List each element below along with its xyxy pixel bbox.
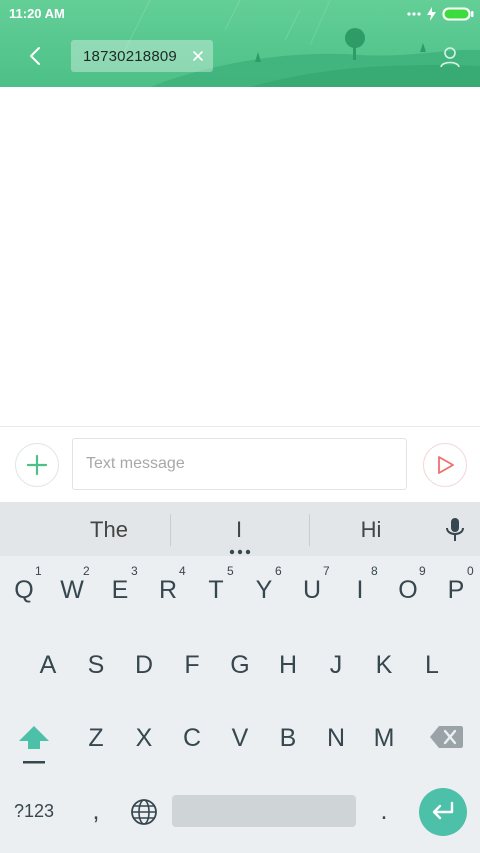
message-thread-area bbox=[0, 87, 480, 426]
key-hint-3: 3 bbox=[131, 564, 138, 578]
key-r[interactable]: R bbox=[148, 576, 188, 605]
key-hint-9: 9 bbox=[419, 564, 426, 578]
key-y[interactable]: Y bbox=[244, 576, 284, 605]
suggestion-3[interactable]: Hi bbox=[321, 517, 421, 543]
key-m[interactable]: M bbox=[364, 724, 404, 753]
key-hint-4: 4 bbox=[179, 564, 186, 578]
key-q[interactable]: Q bbox=[4, 576, 44, 605]
compose-bar bbox=[0, 426, 480, 503]
key-hint-5: 5 bbox=[227, 564, 234, 578]
key-t[interactable]: T bbox=[196, 576, 236, 605]
key-u[interactable]: U bbox=[292, 576, 332, 605]
key-h[interactable]: H bbox=[268, 651, 308, 680]
enter-arrow-icon bbox=[432, 801, 454, 820]
key-p[interactable]: P bbox=[436, 576, 476, 605]
soft-keyboard: The I Hi Q W E R T Y U I O P 1 2 3 4 5 6… bbox=[0, 502, 480, 853]
back-arrow-icon[interactable] bbox=[24, 44, 48, 68]
key-x[interactable]: X bbox=[124, 724, 164, 753]
more-notifications-icon bbox=[407, 12, 421, 16]
key-hint-7: 7 bbox=[323, 564, 330, 578]
key-l[interactable]: L bbox=[412, 651, 452, 680]
key-s[interactable]: S bbox=[76, 651, 116, 680]
message-input-box[interactable] bbox=[72, 438, 407, 490]
message-input[interactable] bbox=[73, 439, 406, 489]
key-n[interactable]: N bbox=[316, 724, 356, 753]
key-hint-0: 0 bbox=[467, 564, 474, 578]
key-i[interactable]: I bbox=[340, 576, 380, 605]
status-time: 11:20 AM bbox=[9, 6, 65, 21]
suggestion-2[interactable]: I bbox=[189, 517, 289, 543]
key-hint-8: 8 bbox=[371, 564, 378, 578]
key-hint-1: 1 bbox=[35, 564, 42, 578]
contact-person-icon[interactable] bbox=[438, 45, 462, 69]
key-hint-6: 6 bbox=[275, 564, 282, 578]
app-header: 11:20 AM 18730218809 bbox=[0, 0, 480, 87]
recipient-chip[interactable]: 18730218809 bbox=[71, 40, 213, 72]
add-attachment-button[interactable] bbox=[15, 443, 59, 487]
key-d[interactable]: D bbox=[124, 651, 164, 680]
suggestion-divider bbox=[170, 514, 171, 546]
key-w[interactable]: W bbox=[52, 576, 92, 605]
battery-icon bbox=[442, 7, 474, 21]
key-e[interactable]: E bbox=[100, 576, 140, 605]
more-suggestions-icon[interactable] bbox=[229, 549, 251, 555]
key-o[interactable]: O bbox=[388, 576, 428, 605]
plus-icon bbox=[26, 454, 48, 476]
key-z[interactable]: Z bbox=[76, 724, 116, 753]
language-globe-icon[interactable] bbox=[130, 798, 158, 826]
key-comma[interactable]: , bbox=[76, 797, 116, 826]
charging-bolt-icon bbox=[427, 7, 436, 21]
recipient-number: 18730218809 bbox=[83, 48, 177, 65]
backspace-icon[interactable] bbox=[430, 726, 463, 748]
remove-recipient-icon[interactable] bbox=[191, 49, 205, 63]
suggestion-strip: The I Hi bbox=[0, 502, 480, 556]
key-g[interactable]: G bbox=[220, 651, 260, 680]
suggestion-divider bbox=[309, 514, 310, 546]
enter-button[interactable] bbox=[419, 788, 467, 836]
shift-icon[interactable] bbox=[17, 724, 51, 766]
key-k[interactable]: K bbox=[364, 651, 404, 680]
key-hint-2: 2 bbox=[83, 564, 90, 578]
key-j[interactable]: J bbox=[316, 651, 356, 680]
suggestion-1[interactable]: The bbox=[59, 517, 159, 543]
key-f[interactable]: F bbox=[172, 651, 212, 680]
key-v[interactable]: V bbox=[220, 724, 260, 753]
symbols-key[interactable]: ?123 bbox=[14, 801, 54, 822]
status-icons bbox=[407, 6, 474, 22]
send-button[interactable] bbox=[423, 443, 467, 487]
key-a[interactable]: A bbox=[28, 651, 68, 680]
status-bar: 11:20 AM bbox=[0, 0, 480, 28]
microphone-icon[interactable] bbox=[444, 516, 466, 544]
send-icon bbox=[438, 456, 454, 474]
key-period[interactable]: . bbox=[364, 797, 404, 826]
space-bar[interactable] bbox=[172, 795, 356, 827]
key-b[interactable]: B bbox=[268, 724, 308, 753]
key-c[interactable]: C bbox=[172, 724, 212, 753]
